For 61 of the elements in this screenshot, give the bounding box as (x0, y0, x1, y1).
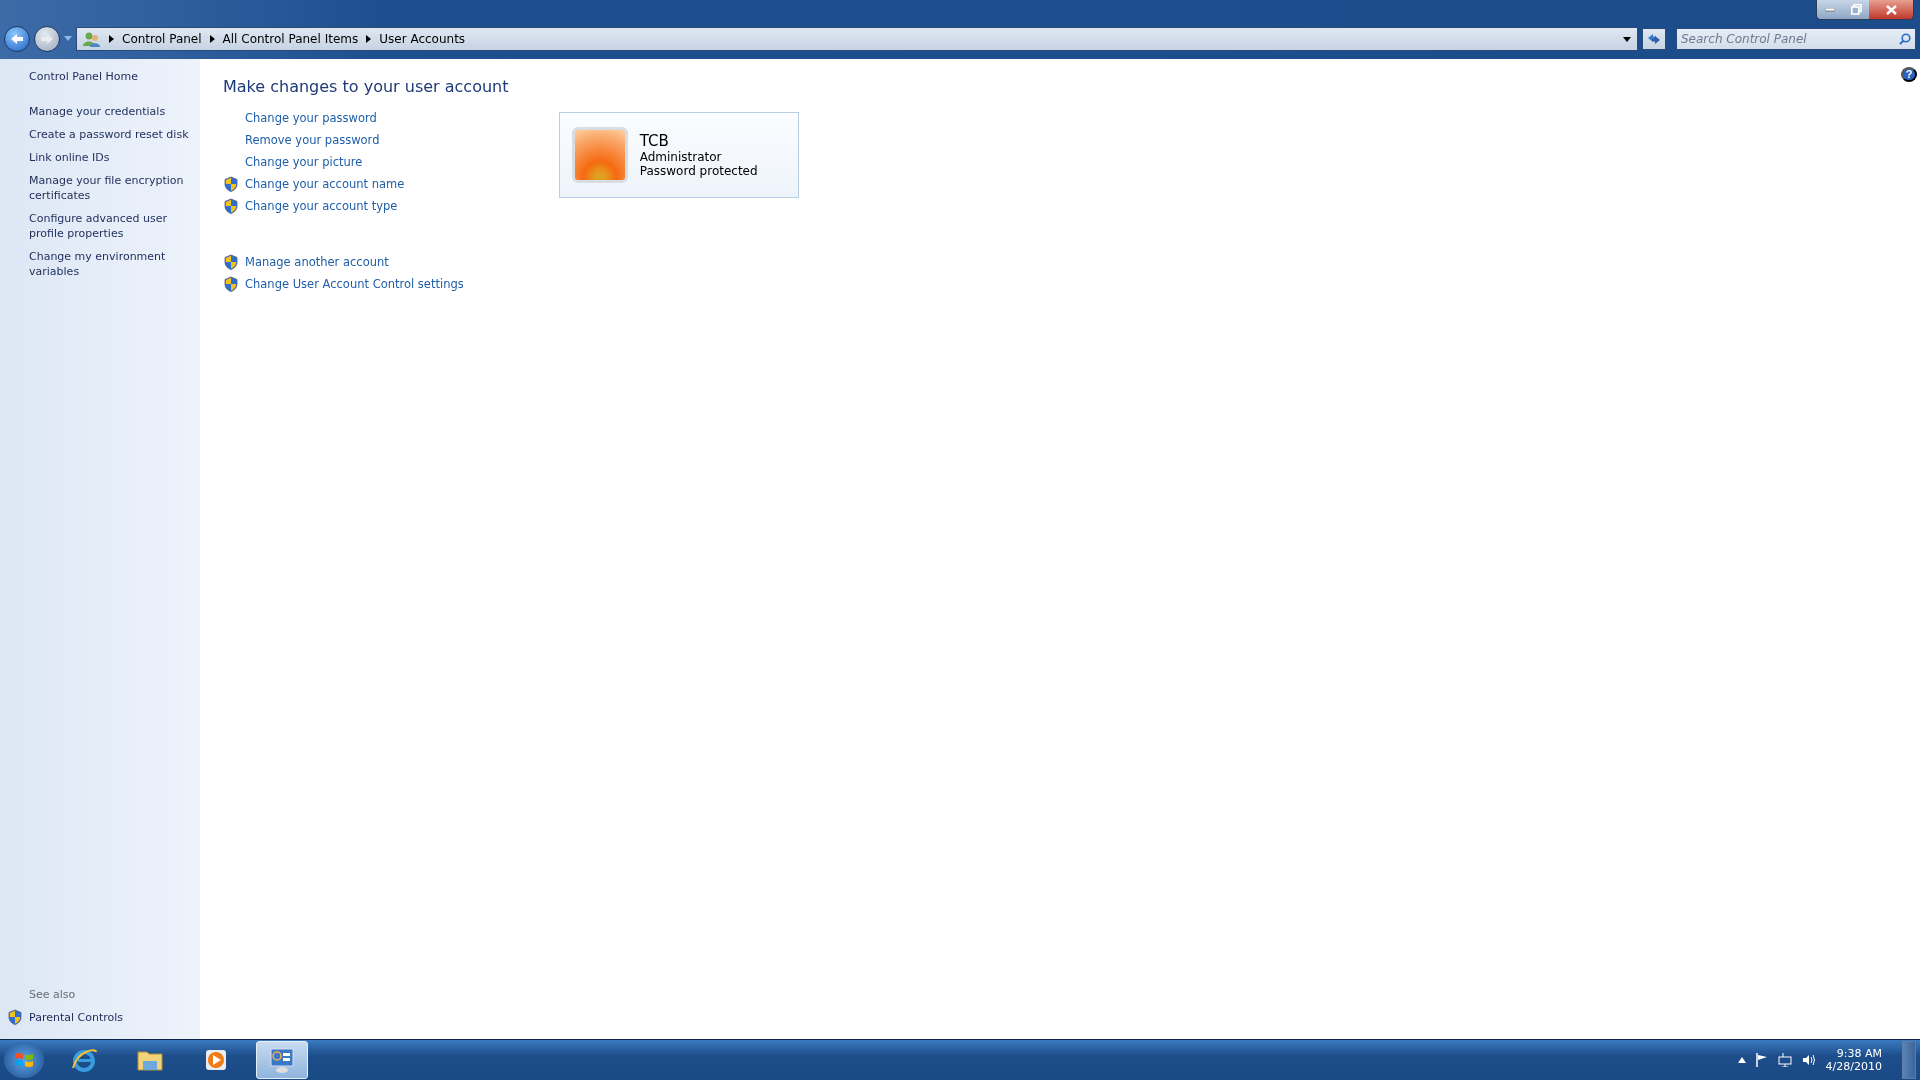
close-icon (1885, 4, 1897, 15)
address-bar[interactable]: Control Panel All Control Panel Items User Accounts (76, 27, 1638, 51)
clock-time: 9:38 AM (1836, 1047, 1882, 1060)
sidebar-link[interactable]: Link online IDs (29, 150, 194, 165)
browser-e-icon (70, 1046, 98, 1074)
shield-icon (223, 276, 239, 292)
task-link[interactable]: Remove your password (245, 133, 380, 147)
breadcrumb-arrow-icon (366, 35, 372, 43)
control-panel-icon (268, 1046, 296, 1074)
task-link[interactable]: Change your password (245, 111, 377, 125)
shield-icon (7, 1009, 23, 1025)
task-link[interactable]: Change User Account Control settings (245, 277, 464, 291)
task-link[interactable]: Change your account type (245, 199, 398, 213)
forward-button[interactable] (34, 26, 60, 52)
refresh-button[interactable] (1642, 28, 1666, 50)
task-link[interactable]: Manage another account (245, 255, 389, 269)
sidebar-link[interactable]: Manage your credentials (29, 104, 194, 119)
breadcrumb-arrow-icon (209, 35, 215, 43)
sidebar-link[interactable]: Control Panel Home (29, 69, 194, 84)
recent-pages-caret-icon[interactable] (64, 36, 72, 42)
sidebar-link[interactable]: Configure advanced user profile properties (29, 211, 194, 241)
taskbar-button[interactable] (256, 1041, 308, 1079)
see-also-link[interactable]: Parental Controls (29, 1009, 123, 1025)
refresh-arrows-icon (1647, 33, 1661, 45)
close-button[interactable] (1869, 0, 1913, 19)
account-status: Password protected (639, 164, 758, 178)
see-also-heading: See also (29, 988, 77, 1001)
back-button[interactable] (4, 26, 30, 52)
account-name: TCB (639, 132, 670, 150)
flag-icon[interactable] (1755, 1053, 1768, 1067)
page-heading: Make changes to your user account (223, 77, 510, 96)
account-type: Administrator (639, 150, 723, 164)
task-link[interactable]: Change your picture (245, 155, 363, 169)
restore-icon (1850, 4, 1862, 15)
forward-arrow-icon (40, 33, 54, 45)
shield-icon (223, 176, 239, 192)
search-field[interactable]: Search Control Panel (1676, 28, 1916, 50)
breadcrumb[interactable]: Control Panel (122, 32, 202, 46)
clock-date: 4/28/2010 (1825, 1060, 1882, 1073)
back-arrow-icon (10, 33, 24, 45)
windows-logo-icon (14, 1051, 34, 1069)
task-link[interactable]: Change your account name (245, 177, 405, 191)
speaker-icon[interactable] (1801, 1054, 1816, 1066)
shield-icon (223, 198, 239, 214)
users-icon (83, 31, 101, 47)
sidebar-link[interactable]: Manage your file encryption certificates (29, 173, 194, 203)
clock[interactable]: 9:38 AM 4/28/2010 (1825, 1047, 1882, 1073)
help-button[interactable]: ? (1901, 67, 1917, 82)
breadcrumb[interactable]: All Control Panel Items (222, 32, 359, 46)
minimize-icon (1825, 7, 1835, 12)
shield-icon (223, 254, 239, 270)
search-icon (1899, 33, 1911, 45)
sidebar-link[interactable]: Change my environment variables (29, 249, 194, 279)
account-picture (571, 127, 628, 183)
breadcrumb-arrow-icon (109, 35, 114, 43)
start-button[interactable] (4, 1042, 44, 1078)
show-hidden-icons-icon[interactable] (1737, 1057, 1746, 1063)
breadcrumb[interactable]: User Accounts (379, 32, 466, 46)
network-icon[interactable] (1777, 1053, 1792, 1067)
sidebar-link[interactable]: Create a password reset disk (29, 127, 194, 142)
dropdown-caret-icon[interactable] (1623, 36, 1631, 42)
